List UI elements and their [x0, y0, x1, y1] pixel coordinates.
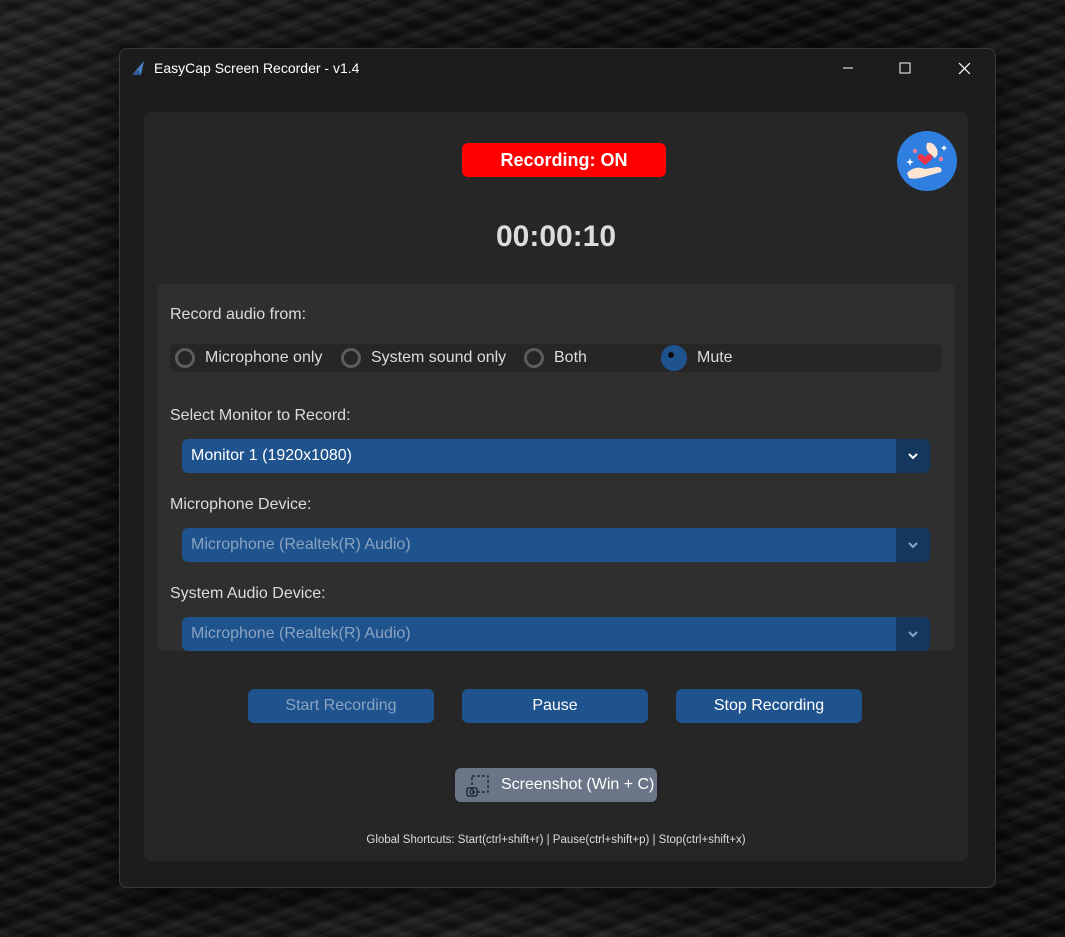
screenshot-button[interactable]: Screenshot (Win + C) — [455, 768, 657, 802]
microphone-device-select[interactable]: Microphone (Realtek(R) Audio) — [182, 528, 930, 562]
screenshot-crop-icon — [466, 775, 489, 797]
radio-circle-icon — [341, 348, 361, 368]
radio-label: Both — [554, 349, 587, 366]
app-window: EasyCap Screen Recorder - v1.4 Recording… — [119, 48, 996, 888]
system-audio-device-value: Microphone (Realtek(R) Audio) — [191, 625, 411, 642]
close-icon — [958, 62, 970, 74]
pause-button[interactable]: Pause — [462, 689, 648, 723]
screenshot-button-label: Screenshot (Win + C) — [501, 776, 655, 793]
radio-system-sound-only[interactable]: System sound only — [341, 344, 506, 372]
audio-source-radio-group: Microphone only System sound only Both M… — [170, 344, 942, 372]
recording-status-badge: Recording: ON — [462, 143, 666, 177]
radio-both[interactable]: Both — [524, 344, 587, 372]
chevron-down-icon[interactable] — [896, 528, 930, 562]
radio-label: Microphone only — [205, 349, 323, 366]
app-icon — [132, 61, 144, 75]
close-button[interactable] — [936, 49, 992, 87]
window-title: EasyCap Screen Recorder - v1.4 — [154, 60, 360, 76]
radio-selected-icon — [661, 345, 687, 371]
radio-circle-icon — [524, 348, 544, 368]
recording-timer: 00:00:10 — [495, 220, 617, 253]
minimize-button[interactable] — [820, 49, 876, 87]
chevron-down-icon[interactable] — [896, 617, 930, 651]
radio-label: System sound only — [371, 349, 507, 366]
monitor-select-value: Monitor 1 (1920x1080) — [191, 447, 352, 464]
stop-recording-button[interactable]: Stop Recording — [676, 689, 862, 723]
radio-label: Mute — [697, 349, 733, 366]
radio-circle-icon — [175, 348, 195, 368]
maximize-button[interactable] — [877, 49, 933, 87]
hands-heart-avatar-icon — [897, 131, 957, 191]
chevron-down-icon[interactable] — [896, 439, 930, 473]
radio-microphone-only[interactable]: Microphone only — [175, 344, 322, 372]
monitor-select-label: Select Monitor to Record: — [170, 407, 351, 424]
minimize-icon — [843, 67, 853, 69]
audio-source-label: Record audio from: — [170, 306, 307, 323]
main-panel: Recording: ON 00:00:10 Record audio from… — [144, 112, 968, 861]
system-audio-device-select[interactable]: Microphone (Realtek(R) Audio) — [182, 617, 930, 651]
microphone-device-value: Microphone (Realtek(R) Audio) — [191, 536, 411, 553]
radio-mute[interactable]: Mute — [661, 344, 733, 372]
settings-section: Record audio from: Microphone only Syste… — [157, 284, 955, 651]
system-audio-device-label: System Audio Device: — [170, 585, 326, 602]
start-recording-button[interactable]: Start Recording — [248, 689, 434, 723]
maximize-icon — [899, 62, 911, 74]
monitor-select[interactable]: Monitor 1 (1920x1080) — [182, 439, 930, 473]
microphone-device-label: Microphone Device: — [170, 496, 312, 513]
title-bar[interactable]: EasyCap Screen Recorder - v1.4 — [120, 49, 995, 87]
global-shortcuts-text: Global Shortcuts: Start(ctrl+shift+r) | … — [366, 834, 746, 846]
